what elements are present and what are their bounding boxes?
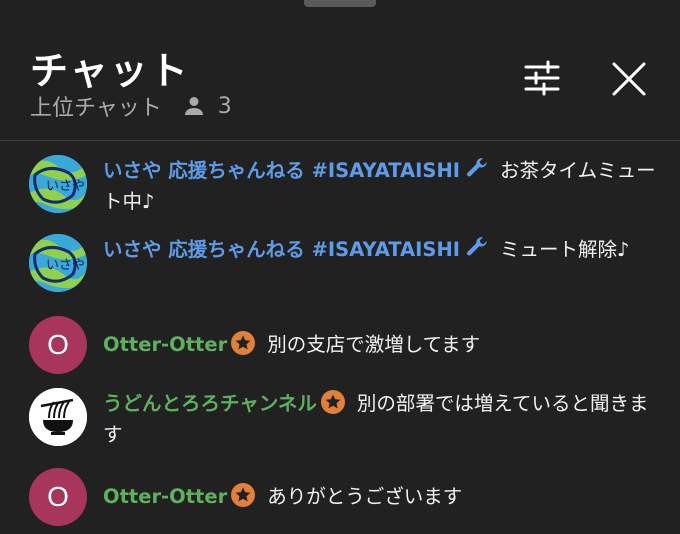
message-text: Otter-Otter ありがとうございます <box>103 481 663 512</box>
chat-message[interactable]: O Otter-Otter ありがとうございます <box>0 468 680 526</box>
avatar[interactable]: いさや <box>29 234 87 292</box>
chat-message[interactable]: O Otter-Otter 別の支店で激増してます <box>0 316 680 374</box>
avatar[interactable]: いさや <box>29 155 87 213</box>
avatar[interactable]: O <box>29 316 87 374</box>
message-text: いさや 応援ちゃんねる #ISAYATAISHI ミュート解除♪ <box>103 234 663 265</box>
chat-mode-label: 上位チャット <box>30 96 162 121</box>
svg-text:いさや: いさや <box>46 179 85 194</box>
avatar[interactable]: O <box>29 468 87 526</box>
chat-mode-selector[interactable]: 上位チャット 3 <box>30 90 232 122</box>
message-body: ありがとうございます <box>267 485 463 508</box>
author-name[interactable]: うどんとろろチャンネル <box>103 392 317 415</box>
message-text: うどんとろろチャンネル 別の部署では増えていると聞きます <box>103 388 663 450</box>
author-name[interactable]: いさや 応援ちゃんねる #ISAYATAISHI <box>103 159 460 182</box>
page-title: チャット <box>30 49 190 93</box>
author-name[interactable]: Otter-Otter <box>103 333 227 356</box>
star-icon <box>231 483 256 507</box>
star-icon <box>231 331 256 355</box>
message-body: 別の支店で激増してます <box>267 333 481 356</box>
wrench-icon <box>467 158 487 177</box>
chat-message[interactable]: いさや いさや 応援ちゃんねる #ISAYATAISHI お茶タイムミュート中♪ <box>0 155 680 217</box>
person-icon <box>184 97 203 115</box>
chat-message[interactable]: うどんとろろチャンネル 別の部署では増えていると聞きます <box>0 388 680 450</box>
message-text: いさや 応援ちゃんねる #ISAYATAISHI お茶タイムミュート中♪ <box>103 155 663 217</box>
star-icon <box>320 390 345 414</box>
wrench-icon <box>467 237 487 256</box>
svg-text:いさや: いさや <box>46 258 85 273</box>
message-text: Otter-Otter 別の支店で激増してます <box>103 329 663 360</box>
header-divider <box>0 140 680 141</box>
message-body: ミュート解除♪ <box>500 238 630 261</box>
chat-message[interactable]: いさや いさや 応援ちゃんねる #ISAYATAISHI ミュート解除♪ <box>0 234 680 296</box>
filter-settings-icon[interactable] <box>522 60 562 96</box>
author-name[interactable]: Otter-Otter <box>103 485 227 508</box>
avatar[interactable] <box>29 388 87 446</box>
viewer-count: 3 <box>217 93 232 119</box>
close-icon[interactable] <box>610 60 648 98</box>
chat-header: チャット 上位チャット 3 <box>0 0 680 140</box>
author-name[interactable]: いさや 応援ちゃんねる #ISAYATAISHI <box>103 238 460 261</box>
